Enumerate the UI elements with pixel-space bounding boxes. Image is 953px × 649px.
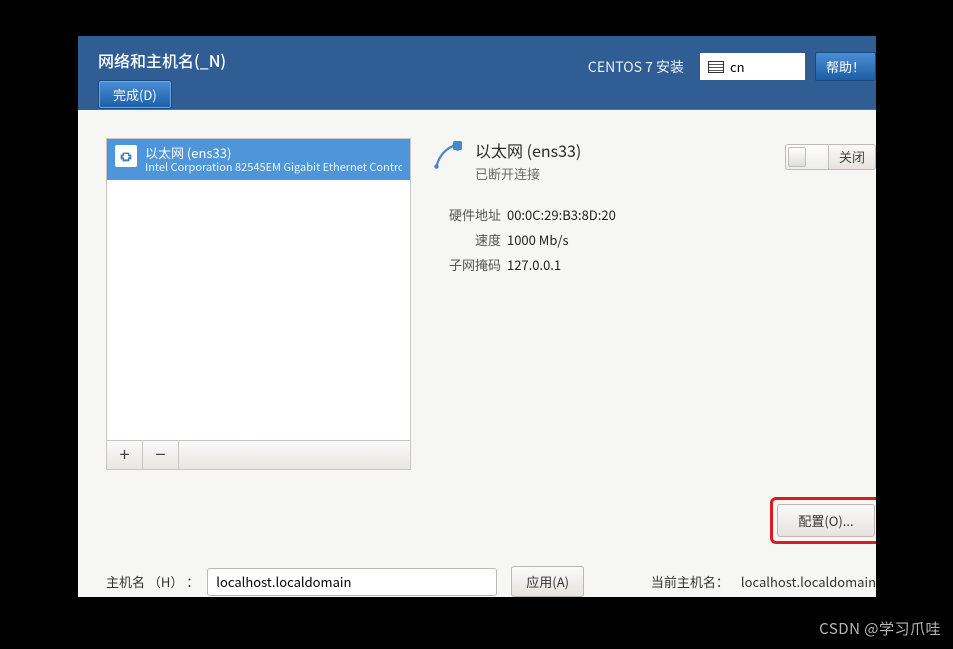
keyboard-layout-selector[interactable]: cn xyxy=(700,53,805,80)
done-button[interactable]: 完成(D) xyxy=(98,80,172,109)
nic-list-toolbar: + − xyxy=(106,441,411,470)
connection-toggle[interactable]: 关闭 xyxy=(785,144,876,170)
content-area: 以太网 (ens33) Intel Corporation 82545EM Gi… xyxy=(78,110,876,540)
nic-list-item[interactable]: 以太网 (ens33) Intel Corporation 82545EM Gi… xyxy=(107,139,410,180)
keyboard-icon xyxy=(708,61,724,73)
toggle-handle xyxy=(788,147,806,167)
ethernet-icon xyxy=(115,145,137,167)
configure-highlight: 配置(O)... xyxy=(770,497,876,544)
detail-value: 1000 Mb/s xyxy=(507,230,569,249)
hostname-label: 主机名 （H） ： xyxy=(106,572,199,591)
current-hostname-value: localhost.localdomain xyxy=(741,572,876,591)
current-hostname-label: 当前主机名： xyxy=(651,572,729,591)
keyboard-layout-value: cn xyxy=(730,57,745,76)
detail-row-netmask: 子网掩码 127.0.0.1 xyxy=(429,255,876,274)
nic-item-texts: 以太网 (ens33) Intel Corporation 82545EM Gi… xyxy=(145,145,402,174)
configure-area: 配置(O)... xyxy=(770,497,876,544)
nic-item-desc: Intel Corporation 82545EM Gigabit Ethern… xyxy=(145,161,402,174)
detail-label: 子网掩码 xyxy=(429,255,501,274)
detail-label: 硬件地址 xyxy=(429,205,501,224)
connection-status: 已断开连接 xyxy=(475,164,581,183)
detail-value: 127.0.0.1 xyxy=(507,255,561,274)
ethernet-large-icon xyxy=(429,138,465,179)
connection-detail-grid: 硬件地址 00:0C:29:B3:8D:20 速度 1000 Mb/s 子网掩码… xyxy=(429,205,876,274)
toggle-track xyxy=(786,145,828,169)
detail-row-hwaddr: 硬件地址 00:0C:29:B3:8D:20 xyxy=(429,205,876,224)
nic-list[interactable]: 以太网 (ens33) Intel Corporation 82545EM Gi… xyxy=(106,138,411,441)
apply-button[interactable]: 应用(A) xyxy=(511,566,584,597)
detail-label: 速度 xyxy=(429,230,501,249)
footer-bar: 主机名 （H） ： 应用(A) 当前主机名： localhost.localdo… xyxy=(78,540,876,597)
connection-details: 以太网 (ens33) 已断开连接 关闭 硬件地址 00:0C:29:B3:8D… xyxy=(411,138,876,540)
detail-value: 00:0C:29:B3:8D:20 xyxy=(507,205,616,224)
add-nic-button[interactable]: + xyxy=(107,441,143,469)
header-bar: 网络和主机名(_N) 完成(D) CENTOS 7 安装 cn 帮助！ xyxy=(78,36,876,110)
install-product-label: CENTOS 7 安装 xyxy=(588,57,684,77)
nic-panel: 以太网 (ens33) Intel Corporation 82545EM Gi… xyxy=(106,138,411,540)
connection-title: 以太网 (ens33) xyxy=(475,138,581,162)
hostname-input[interactable] xyxy=(207,568,497,596)
help-button[interactable]: 帮助！ xyxy=(815,52,876,81)
installer-window: 网络和主机名(_N) 完成(D) CENTOS 7 安装 cn 帮助！ 以太网 … xyxy=(78,36,876,597)
header-right: CENTOS 7 安装 cn 帮助！ xyxy=(588,52,876,81)
detail-row-speed: 速度 1000 Mb/s xyxy=(429,230,876,249)
connection-title-block: 以太网 (ens33) 已断开连接 xyxy=(475,138,581,183)
toggle-label: 关闭 xyxy=(828,145,875,169)
configure-button[interactable]: 配置(O)... xyxy=(777,504,875,537)
watermark: CSDN @学习爪哇 xyxy=(819,618,941,639)
remove-nic-button[interactable]: − xyxy=(143,441,179,469)
